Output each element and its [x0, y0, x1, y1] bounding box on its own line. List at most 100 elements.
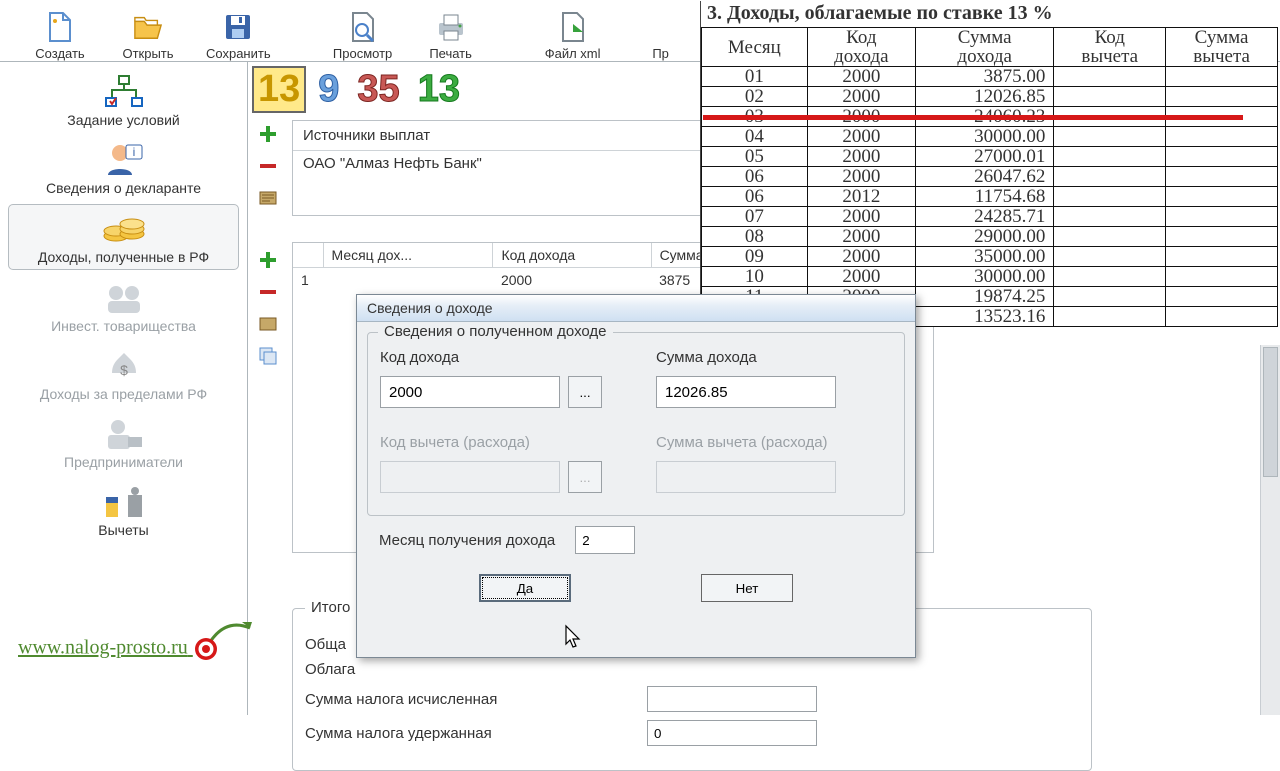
open-label: Открыть	[122, 46, 173, 61]
tree-icon	[102, 72, 146, 112]
sidebar-item-label: Вычеты	[98, 522, 149, 538]
svg-text:$: $	[120, 362, 128, 378]
total-input-3[interactable]	[647, 686, 817, 712]
scan-row: 10200030000.00	[702, 267, 1278, 287]
dedcode-label: Код вычета (расхода)	[380, 434, 616, 451]
scan-row: 05200027000.01	[702, 147, 1278, 167]
sum-input[interactable]	[656, 376, 836, 408]
new-file-icon	[45, 12, 75, 42]
target-icon	[193, 636, 219, 662]
person-info-icon: i	[104, 140, 144, 180]
rate-tab-9[interactable]: 9	[312, 66, 345, 113]
sidebar-item-deductions[interactable]: Вычеты	[0, 476, 247, 544]
remove-income-button[interactable]	[256, 280, 280, 304]
dedsum-input	[656, 461, 836, 493]
print-button[interactable]: Печать	[421, 12, 481, 61]
printer-icon	[436, 12, 466, 42]
svg-text:i: i	[132, 145, 135, 159]
dedcode-input	[380, 461, 560, 493]
month-input[interactable]	[575, 526, 635, 554]
preview-icon	[348, 12, 378, 42]
scan-col: Суммавычета	[1166, 28, 1278, 67]
sidebar-item-label: Задание условий	[67, 112, 179, 128]
code-lookup-button[interactable]: ...	[568, 376, 602, 408]
scan-col: Месяц	[702, 28, 808, 67]
code-input[interactable]	[380, 376, 560, 408]
dialog-fieldset-legend: Сведения о полученном доходе	[378, 323, 613, 340]
code-label: Код дохода	[380, 349, 616, 366]
scan-col: Суммадохода	[916, 28, 1054, 67]
scan-row: 06201211754.68	[702, 187, 1278, 207]
save-button[interactable]: Сохранить	[206, 12, 271, 61]
sidebar-item-label: Доходы за пределами РФ	[40, 386, 207, 402]
total-row-4: Сумма налога удержанная	[305, 725, 635, 742]
check-label: Пр	[652, 46, 669, 61]
totals-legend: Итого	[305, 599, 356, 616]
copy-income-button[interactable]	[256, 344, 280, 368]
deductions-icon	[102, 482, 146, 522]
xml-button[interactable]: Файл xml	[543, 12, 603, 61]
income-buttons	[256, 248, 284, 376]
sum-label: Сумма дохода	[656, 349, 892, 366]
sidebar-item-label: Предприниматели	[64, 454, 183, 470]
scan-row: 04200030000.00	[702, 127, 1278, 147]
money-bag-icon: $	[107, 346, 141, 386]
sidebar-item-income-foreign: $ Доходы за пределами РФ	[0, 340, 247, 408]
dedcode-lookup-button: ...	[568, 461, 602, 493]
scan-col: Кодвычета	[1054, 28, 1166, 67]
income-dialog: Сведения о доходе Сведения о полученном …	[356, 294, 916, 658]
open-button[interactable]: Открыть	[118, 12, 178, 61]
dialog-title: Сведения о доходе	[357, 295, 915, 322]
scan-row: 06200026047.62	[702, 167, 1278, 187]
coins-icon	[102, 209, 146, 249]
total-row-2: Облага	[305, 661, 635, 678]
xml-label: Файл xml	[545, 46, 601, 61]
yes-button[interactable]: Да	[479, 574, 571, 602]
sidebar-item-conditions[interactable]: Задание условий	[0, 66, 247, 134]
preview-button[interactable]: Просмотр	[333, 12, 393, 61]
sources-buttons	[256, 122, 284, 218]
add-income-button[interactable]	[256, 248, 280, 272]
handshake-icon	[104, 278, 144, 318]
create-label: Создать	[35, 46, 84, 61]
rate-tab-13b[interactable]: 13	[412, 66, 466, 113]
total-row-3: Сумма налога исчисленная	[305, 691, 635, 708]
col-code[interactable]: Код дохода	[493, 243, 651, 268]
scan-row: 07200024285.71	[702, 207, 1278, 227]
create-button[interactable]: Создать	[30, 12, 90, 61]
print-label: Печать	[429, 46, 472, 61]
scan-row: 09200035000.00	[702, 247, 1278, 267]
save-label: Сохранить	[206, 46, 271, 61]
check-file-icon	[646, 12, 676, 42]
no-button[interactable]: Нет	[701, 574, 793, 602]
reference-document: 3. Доходы, облагаемые по ставке 13 % Мес…	[700, 1, 1278, 327]
sidebar-item-invest: Инвест. товарищества	[0, 272, 247, 340]
scan-row: 02200012026.85	[702, 87, 1278, 107]
col-month[interactable]: Месяц дох...	[323, 243, 493, 268]
sidebar-item-entrepreneur: Предприниматели	[0, 408, 247, 476]
briefcase-person-icon	[104, 414, 144, 454]
xml-file-icon	[558, 12, 588, 42]
edit-income-button[interactable]	[256, 312, 280, 336]
dedsum-label: Сумма вычета (расхода)	[656, 434, 892, 451]
total-input-4[interactable]	[647, 720, 817, 746]
add-source-button[interactable]	[256, 122, 280, 146]
folder-open-icon	[133, 12, 163, 42]
sidebar-item-label: Доходы, полученные в РФ	[38, 249, 209, 265]
highlight-line	[703, 115, 1243, 120]
check-button[interactable]: Пр	[631, 12, 691, 61]
watermark: www.nalog-prosto.ru	[18, 636, 219, 662]
rate-tab-13[interactable]: 13	[252, 66, 306, 113]
scan-col: Коддохода	[807, 28, 915, 67]
scan-row: 08200029000.00	[702, 227, 1278, 247]
save-icon	[223, 12, 253, 42]
scrollbar[interactable]	[1260, 345, 1280, 715]
rate-tab-35[interactable]: 35	[351, 66, 405, 113]
preview-label: Просмотр	[333, 46, 392, 61]
month-label: Месяц получения дохода	[379, 532, 555, 549]
scan-table: МесяцКоддоходаСуммадоходаКодвычетаСуммав…	[701, 27, 1278, 327]
edit-source-button[interactable]	[256, 186, 280, 210]
remove-source-button[interactable]	[256, 154, 280, 178]
sidebar-item-income-rf[interactable]: Доходы, полученные в РФ	[8, 204, 239, 270]
sidebar-item-declarant[interactable]: i Сведения о декларанте	[0, 134, 247, 202]
